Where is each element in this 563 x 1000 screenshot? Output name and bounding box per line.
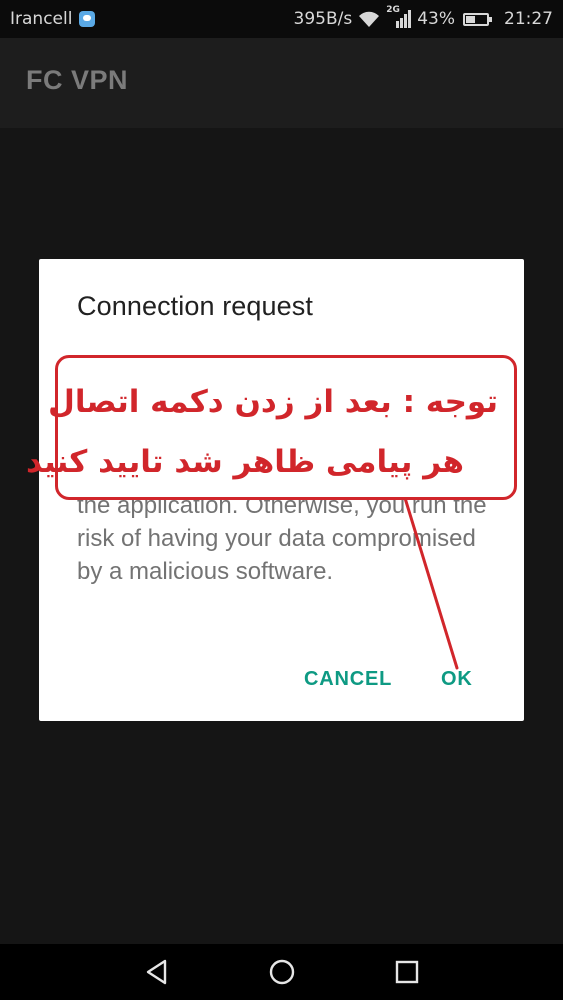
annotation-line-1: توجه : بعد از زدن دکمه اتصال: [48, 384, 498, 420]
home-icon: [269, 959, 295, 985]
recents-icon: [395, 960, 419, 984]
carrier-name: Irancell: [10, 9, 73, 29]
signal-group: 2G: [386, 5, 412, 29]
cancel-button[interactable]: CANCEL: [304, 668, 392, 691]
back-icon: [146, 959, 167, 985]
app-title: FC VPN: [26, 64, 129, 95]
battery-percent: 43%: [417, 9, 455, 29]
battery-icon: [463, 12, 492, 26]
dialog-body-text: the application. Otherwise, you run the …: [77, 492, 487, 585]
annotation-note: توجه : بعد از زدن دکمه اتصال هر پیامی ظا…: [26, 355, 517, 500]
ok-button[interactable]: OK: [441, 668, 473, 691]
home-button[interactable]: [267, 957, 297, 987]
annotation-line-2: هر پیامی ظاهر شد تایید کنید: [26, 444, 464, 480]
back-button[interactable]: [142, 957, 172, 987]
status-bar: Irancell 395B/s 2G 43% 21:27: [0, 0, 563, 38]
app-bar: FC VPN: [0, 38, 563, 128]
recents-button[interactable]: [392, 957, 422, 987]
chat-notification-icon: [79, 11, 96, 27]
signal-icon: [396, 10, 412, 28]
wifi-icon: [359, 11, 380, 27]
dialog-title: Connection request: [77, 291, 313, 321]
battery-fill: [466, 15, 475, 23]
network-speed: 395B/s: [293, 9, 353, 29]
navigation-bar: [0, 944, 563, 1000]
clock: 21:27: [504, 9, 553, 29]
